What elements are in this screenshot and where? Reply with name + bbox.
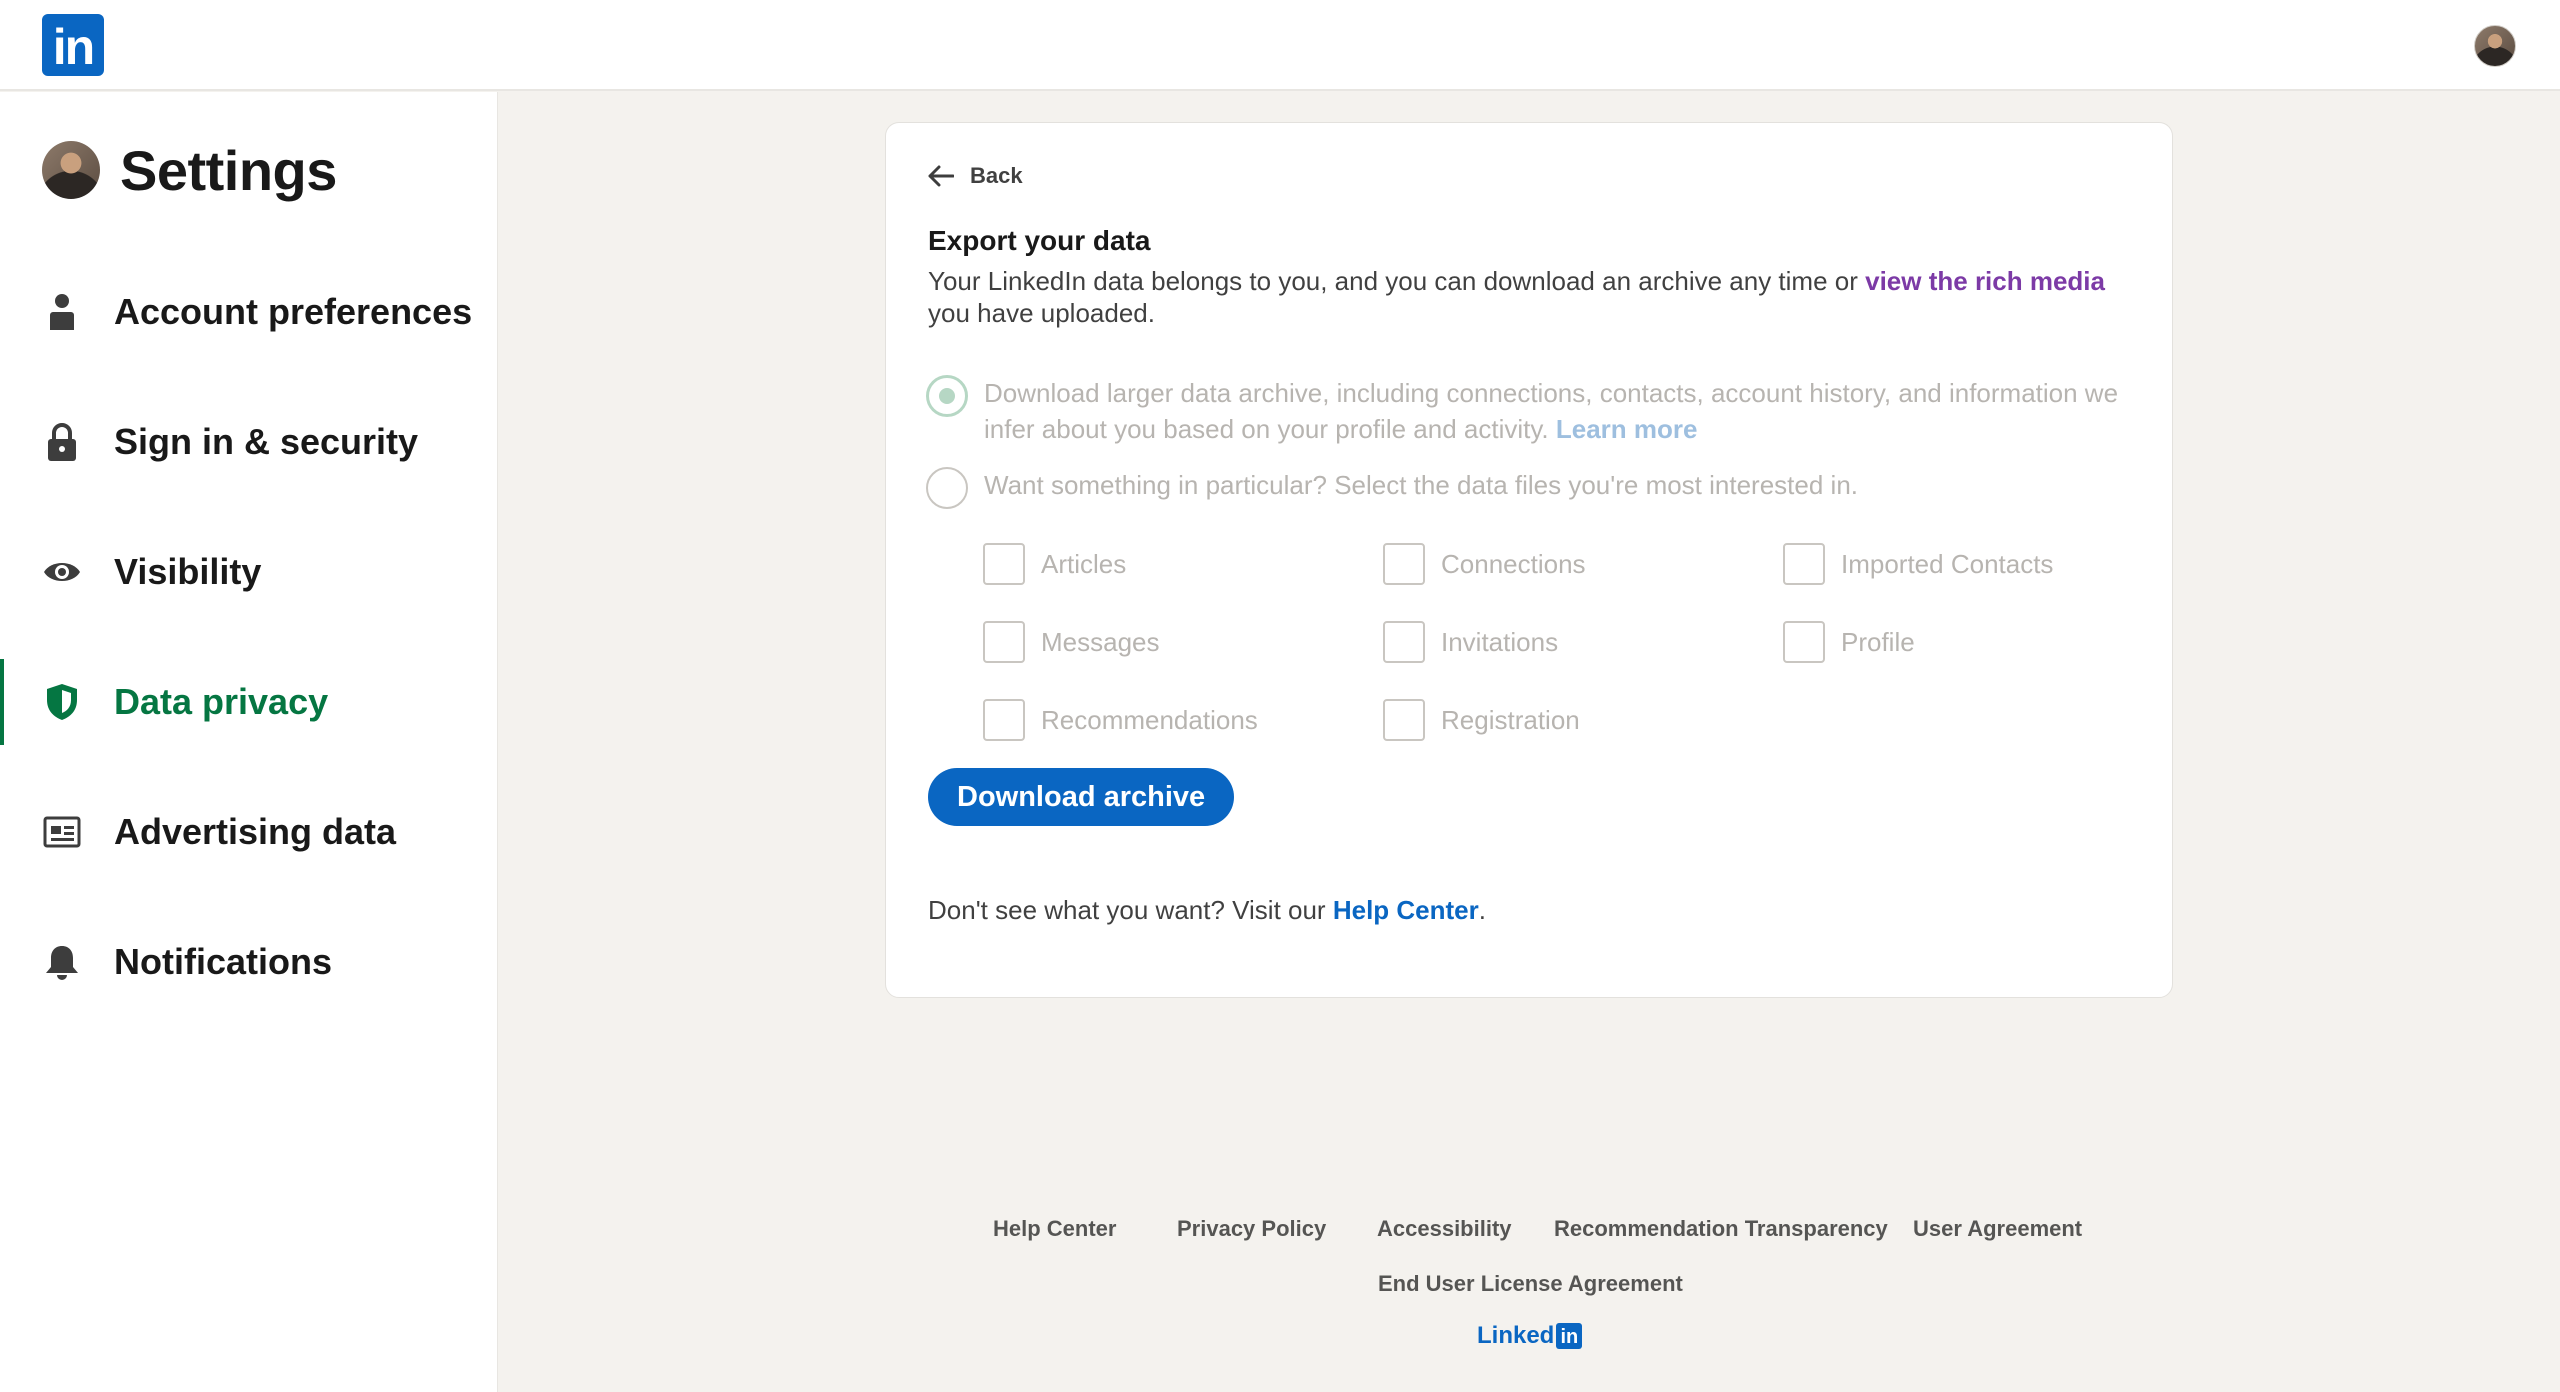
checkbox-item-articles[interactable]: Articles xyxy=(983,543,1126,585)
checkbox[interactable] xyxy=(1783,543,1825,585)
intro-text: Your LinkedIn data belongs to you, and y… xyxy=(928,265,2128,329)
footer-link-privacy-policy[interactable]: Privacy Policy xyxy=(1177,1216,1326,1242)
page-title: Settings xyxy=(120,138,337,202)
help-line: Don't see what you want? Visit our Help … xyxy=(928,895,1486,926)
checkbox-item-imported-contacts[interactable]: Imported Contacts xyxy=(1783,543,2053,585)
radio-larger-archive[interactable] xyxy=(926,375,968,417)
back-label: Back xyxy=(970,163,1023,188)
sidebar-item-advertising-data[interactable]: Advertising data xyxy=(0,767,498,897)
checkbox[interactable] xyxy=(983,543,1025,585)
sidebar-item-sign-in-security[interactable]: Sign in & security xyxy=(0,377,498,507)
sidebar-item-notifications[interactable]: Notifications xyxy=(0,897,498,1027)
settings-sidebar: Settings Account preferences Sign in & s… xyxy=(0,92,498,1392)
download-archive-button[interactable]: Download archive xyxy=(928,768,1235,826)
intro-text-tail: you have uploaded. xyxy=(928,298,1155,328)
bell-icon xyxy=(42,942,82,982)
checkbox-label: Messages xyxy=(1041,626,1160,657)
sidebar-item-label: Sign in & security xyxy=(114,421,419,462)
checkbox[interactable] xyxy=(983,699,1025,741)
checkbox[interactable] xyxy=(1383,543,1425,585)
section-title: Export your data xyxy=(928,225,1151,256)
checkbox-label: Articles xyxy=(1041,548,1127,579)
radio-label-particular-files: Want something in particular? Select the… xyxy=(984,470,1858,500)
checkbox-label: Connections xyxy=(1441,548,1586,579)
checkbox[interactable] xyxy=(1383,699,1425,741)
sidebar-item-visibility[interactable]: Visibility xyxy=(0,507,498,637)
checkbox-label: Registration xyxy=(1441,704,1580,735)
radio-label-text: Download larger data archive, including … xyxy=(984,378,2119,444)
checkbox-item-messages[interactable]: Messages xyxy=(983,621,1160,663)
avatar xyxy=(42,141,100,199)
footer-brand-text: Linked xyxy=(1477,1322,1555,1349)
person-icon xyxy=(42,292,82,332)
help-center-link[interactable]: Help Center xyxy=(1333,895,1479,925)
settings-nav: Account preferences Sign in & security V… xyxy=(0,291,498,1027)
checkbox[interactable] xyxy=(1383,621,1425,663)
footer-brand-box: in xyxy=(1556,1323,1583,1349)
eye-icon xyxy=(42,552,82,592)
checkbox-label: Recommendations xyxy=(1041,704,1258,735)
arrow-left-icon xyxy=(928,165,954,187)
checkbox-label: Imported Contacts xyxy=(1841,548,2054,579)
checkbox[interactable] xyxy=(983,621,1025,663)
sidebar-item-label: Data privacy xyxy=(114,681,329,722)
settings-header: Settings xyxy=(42,138,337,202)
sidebar-item-account-preferences[interactable]: Account preferences xyxy=(0,247,498,377)
view-rich-media-link[interactable]: view the rich media xyxy=(1865,266,2105,296)
sidebar-item-data-privacy[interactable]: Data privacy xyxy=(0,637,498,767)
radio-particular-files[interactable] xyxy=(926,467,968,509)
checkbox[interactable] xyxy=(1783,621,1825,663)
checkbox-item-registration[interactable]: Registration xyxy=(1383,699,1580,741)
linkedin-logo[interactable]: in xyxy=(42,14,104,76)
radio-label-larger-archive: Download larger data archive, including … xyxy=(984,375,2134,447)
option-larger-archive[interactable]: Download larger data archive, including … xyxy=(926,375,2134,447)
footer-link-user-agreement[interactable]: User Agreement xyxy=(1913,1216,2082,1242)
profile-avatar[interactable] xyxy=(2474,25,2516,67)
footer-link-recommendation-transparency[interactable]: Recommendation Transparency xyxy=(1554,1216,1888,1242)
checkbox-label: Invitations xyxy=(1441,626,1559,657)
top-navigation-bar: in xyxy=(0,0,2560,91)
sidebar-item-label: Advertising data xyxy=(114,811,397,852)
shield-icon xyxy=(42,682,82,722)
checkbox-item-invitations[interactable]: Invitations xyxy=(1383,621,1558,663)
back-button[interactable]: Back xyxy=(928,163,1023,189)
checkbox-item-recommendations[interactable]: Recommendations xyxy=(983,699,1258,741)
sidebar-item-label: Notifications xyxy=(114,941,333,982)
sidebar-item-label: Account preferences xyxy=(114,291,473,332)
footer-link-help-center[interactable]: Help Center xyxy=(993,1216,1116,1242)
checkbox-label: Profile xyxy=(1841,626,1915,657)
checkbox-item-connections[interactable]: Connections xyxy=(1383,543,1586,585)
footer-linkedin-logo[interactable]: Linked in xyxy=(1477,1322,1583,1350)
help-suffix: . xyxy=(1478,895,1486,925)
newspaper-icon xyxy=(42,812,82,852)
sidebar-item-label: Visibility xyxy=(114,551,262,592)
learn-more-link[interactable]: Learn more xyxy=(1556,414,1698,444)
intro-text-body: Your LinkedIn data belongs to you, and y… xyxy=(928,266,1866,296)
help-prefix: Don't see what you want? Visit our xyxy=(928,895,1333,925)
footer-link-eula[interactable]: End User License Agreement xyxy=(1378,1271,1683,1297)
option-particular-files[interactable]: Want something in particular? Select the… xyxy=(926,467,2134,509)
footer-link-accessibility[interactable]: Accessibility xyxy=(1377,1216,1512,1242)
lock-icon xyxy=(42,422,82,462)
export-data-card: Back Export your data Your LinkedIn data… xyxy=(885,122,2173,998)
checkbox-item-profile[interactable]: Profile xyxy=(1783,621,1915,663)
